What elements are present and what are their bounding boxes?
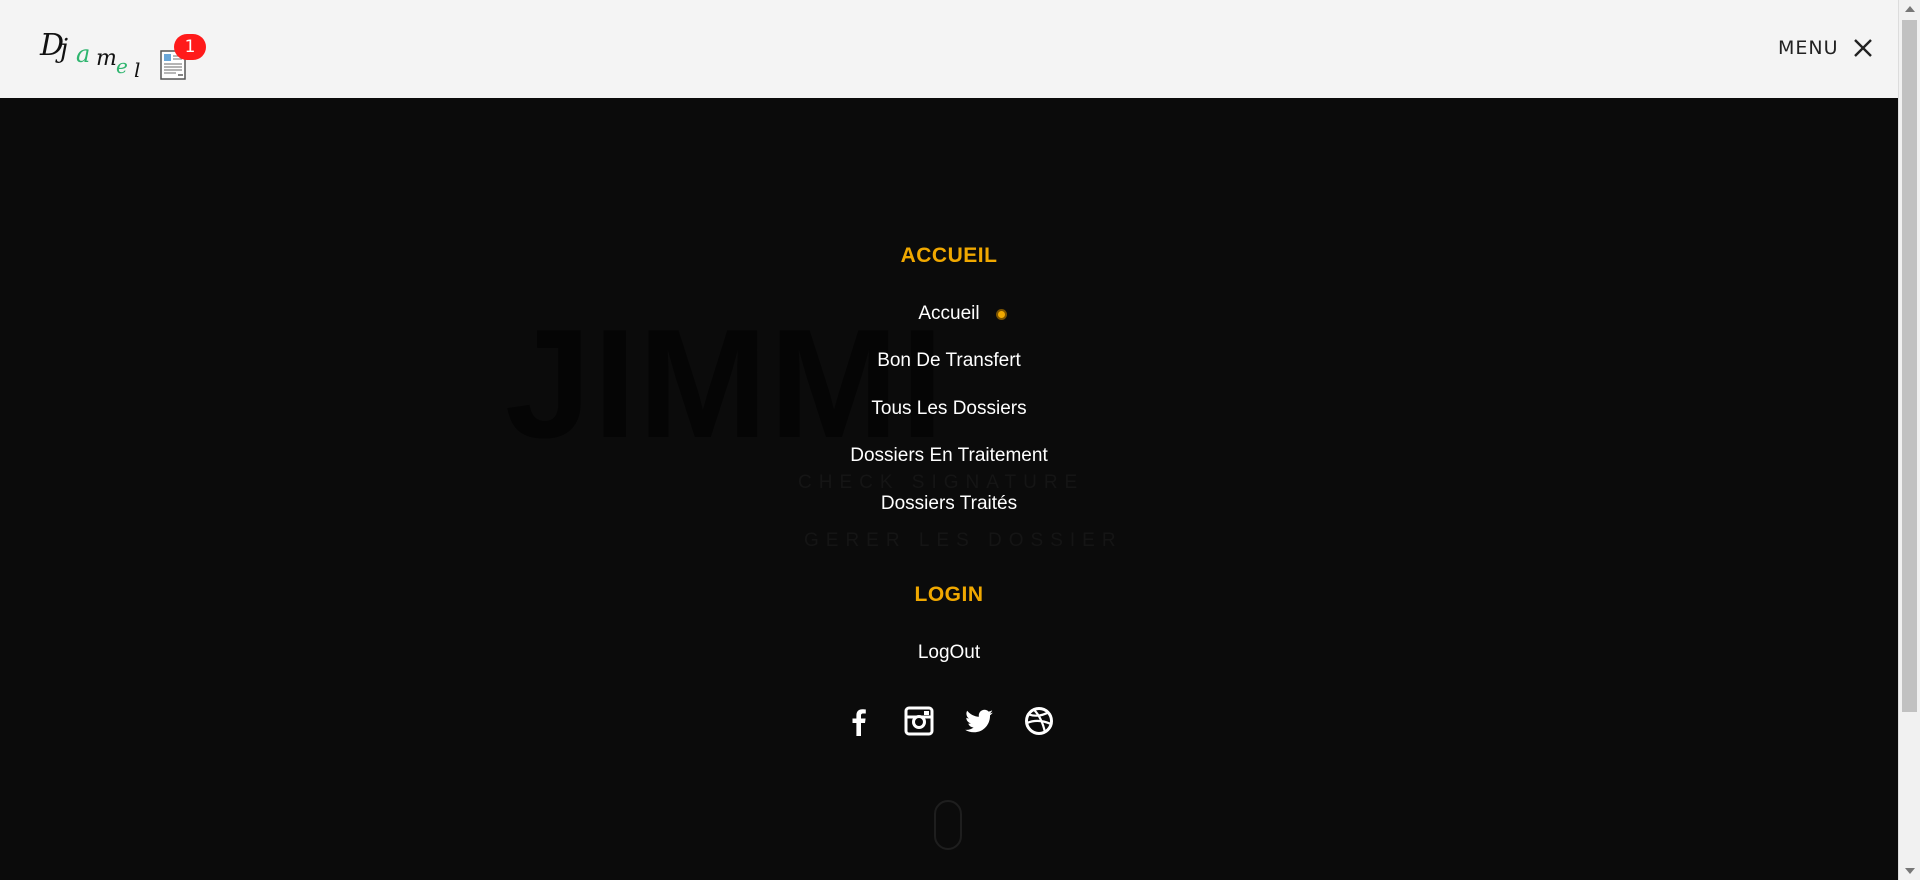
scroll-mouse-icon — [934, 800, 962, 850]
nav-item-dossiers-traites[interactable]: Dossiers Traités — [749, 493, 1149, 515]
nav-heading-login: LOGIN — [914, 583, 984, 606]
page-scrollbar[interactable] — [1898, 0, 1920, 880]
instagram-icon[interactable] — [904, 706, 934, 736]
main-navigation: ACCUEIL Accueil Bon De Transfert Tous Le… — [0, 0, 1898, 880]
scroll-thumb[interactable] — [1902, 20, 1917, 712]
scroll-down-arrow-icon[interactable] — [1905, 868, 1915, 874]
scroll-up-arrow-icon[interactable] — [1905, 6, 1915, 12]
nav-item-tous-les-dossiers[interactable]: Tous Les Dossiers — [749, 398, 1149, 420]
nav-item-logout[interactable]: LogOut — [749, 642, 1149, 664]
nav-item-dossiers-en-traitement[interactable]: Dossiers En Traitement — [749, 445, 1149, 467]
nav-item-accueil[interactable]: Accueil — [749, 303, 1149, 325]
twitter-icon[interactable] — [964, 706, 994, 736]
nav-item-bon-de-transfert[interactable]: Bon De Transfert — [749, 350, 1149, 372]
facebook-icon[interactable] — [844, 706, 874, 736]
dribbble-icon[interactable] — [1024, 706, 1054, 736]
active-indicator — [996, 309, 1007, 320]
nav-heading-accueil: ACCUEIL — [900, 244, 998, 267]
